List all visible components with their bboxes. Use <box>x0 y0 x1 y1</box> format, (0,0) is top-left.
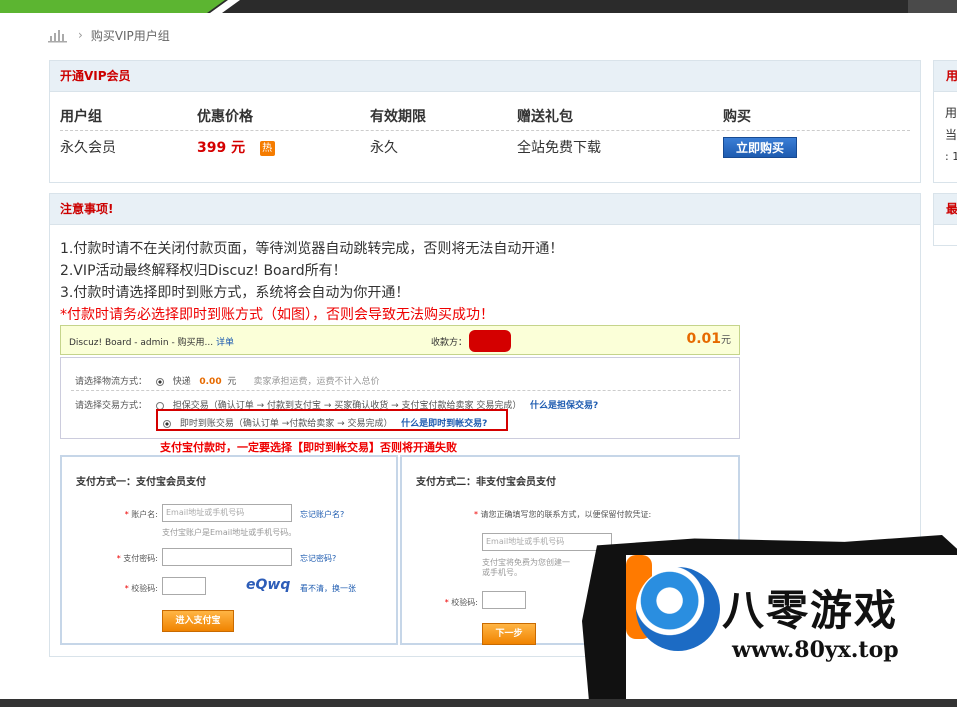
home-chart-icon[interactable] <box>48 27 68 43</box>
alipay-order-text: Discuz! Board - admin - 购买用... 详单 <box>69 335 234 348</box>
amount-unit: 元 <box>721 335 731 346</box>
pay2-title: 支付方式二：非支付宝会员支付 <box>416 477 556 488</box>
captcha2-label: * 校验码: <box>444 598 478 607</box>
cell-buy: 立即购买 <box>723 136 910 158</box>
password-field <box>162 548 292 566</box>
right-panel-title: 用 <box>934 61 957 92</box>
alipay-order-bar: Discuz! Board - admin - 购买用... 详单 收款方： 0… <box>60 325 740 355</box>
amount-value: 0.01 <box>686 331 721 347</box>
table-row: 永久会员 399 元 热 永久 全站免费下载 立即购买 <box>60 133 910 161</box>
payee-redacted <box>469 330 511 352</box>
right-panel-line-2: 当 <box>945 128 957 142</box>
notice-line-2: 2.VIP活动最终解释权归Discuz! Board所有！ <box>60 263 347 279</box>
order-amount: 0.01元 <box>686 331 731 347</box>
vip-table: 用户组 优惠价格 有效期限 赠送礼包 购买 永久会员 399 元 热 永久 全站… <box>60 101 910 161</box>
logistics-note: 卖家承担运费，运费不计入总价 <box>253 377 380 387</box>
contact-label: * 请您正确填写您的联系方式，以便保留付款凭证: <box>474 510 652 519</box>
breadcrumb-current: 购买VIP用户组 <box>90 28 170 43</box>
account-label-text: 账户名: <box>131 510 158 519</box>
forgot-account-link: 忘记账户名? <box>300 510 345 519</box>
page-root: › 购买VIP用户组 开通VIP会员 用户组 优惠价格 有效期限 赠送礼包 购买… <box>0 0 957 707</box>
captcha-refresh-link: 看不清，换一张 <box>300 584 356 593</box>
detail-link: 详单 <box>216 338 235 348</box>
password-label: * 支付密码: <box>116 554 158 563</box>
watermark-logo: 八零游戏 www.80yx.top <box>582 535 957 707</box>
captcha-image: eQwq <box>246 577 291 593</box>
captcha-field <box>162 577 206 595</box>
divider <box>71 390 731 391</box>
top-nav-corner <box>908 0 957 13</box>
top-nav-bar <box>0 0 957 13</box>
captcha2-field <box>482 591 526 609</box>
password-label-text: 支付密码: <box>123 554 158 563</box>
right-panel-line-3: : 1 <box>945 150 957 163</box>
watermark-logo-inner: 八零游戏 www.80yx.top <box>626 555 957 707</box>
account-hint: 支付宝账户是Email地址或手机号码。 <box>162 528 297 537</box>
account-label: * 账户名: <box>124 510 158 519</box>
breadcrumb-separator: › <box>78 28 83 42</box>
captcha2-label-text: 校验码: <box>451 598 478 607</box>
top-nav-accent <box>0 0 225 13</box>
cell-period: 永久 <box>370 140 398 156</box>
watermark-url-text: www.80yx.top <box>732 637 899 663</box>
breadcrumb: › 购买VIP用户组 <box>48 25 170 45</box>
price-value: 399 元 <box>197 140 246 156</box>
trade-label: 请选择交易方式： <box>75 401 148 411</box>
buy-now-button[interactable]: 立即购买 <box>723 136 797 158</box>
enter-alipay-button: 进入支付宝 <box>162 610 234 632</box>
alipay-pay-option-1: 支付方式一：支付宝会员支付 * 账户名: Email地址或手机号码 忘记账户名?… <box>60 455 398 645</box>
col-header-buy: 购买 <box>723 108 751 125</box>
alipay-warning: 支付宝付款时，一定要选择【即时到帐交易】否则将开通失败 <box>160 441 457 454</box>
watermark-cn-text: 八零游戏 <box>722 586 899 635</box>
contact-field: Email地址或手机号码 <box>482 533 612 551</box>
col-header-period: 有效期限 <box>370 108 426 125</box>
vip-table-header: 用户组 优惠价格 有效期限 赠送礼包 购买 <box>60 101 910 131</box>
contact-label-text: 请您正确填写您的联系方式，以便保留付款凭证: <box>480 510 652 519</box>
captcha-label-text: 校验码: <box>131 584 158 593</box>
col-header-price: 优惠价格 <box>197 108 253 125</box>
hot-icon: 热 <box>259 140 275 156</box>
logistics-label: 请选择物流方式： <box>75 377 148 387</box>
highlight-box <box>156 409 508 431</box>
pay1-title: 支付方式一：支付宝会员支付 <box>76 477 206 488</box>
logistics-row: 请选择物流方式： 快递 0.00 元 卖家承担运费，运费不计入总价 <box>75 374 380 387</box>
logistics-price: 0.00 <box>199 377 222 387</box>
vip-panel-title: 开通VIP会员 <box>50 61 920 92</box>
logistics-unit: 元 <box>227 377 237 387</box>
next-step-button: 下一步 <box>482 623 536 645</box>
cell-gift: 全站免费下载 <box>517 140 601 156</box>
notice-panel-title: 注意事项! <box>50 194 920 225</box>
notice-line-3: 3.付款时请选择即时到账方式，系统将会自动为你开通！ <box>60 285 410 301</box>
right-panel-2: 最 <box>933 193 957 246</box>
footer-bar <box>0 699 957 707</box>
contact-hint-2: 或手机号。 <box>482 568 522 577</box>
cell-price: 399 元 热 <box>197 137 370 157</box>
right-panel-2-title: 最 <box>934 194 957 225</box>
cell-group: 永久会员 <box>60 140 116 156</box>
notice-line-1: 1.付款时请不在关闭付款页面，等待浏览器自动跳转完成，否则将无法自动开通！ <box>60 241 564 257</box>
order-text: Discuz! Board - admin - 购买用... <box>69 338 214 348</box>
col-header-gift: 赠送礼包 <box>517 108 573 125</box>
account-field: Email地址或手机号码 <box>162 504 292 522</box>
right-panel-line-1: 用 <box>945 106 957 120</box>
radio-icon <box>155 377 164 386</box>
captcha-label: * 校验码: <box>124 584 158 593</box>
notice-lines: 1.付款时请不在关闭付款页面，等待浏览器自动跳转完成，否则将无法自动开通！ 2.… <box>60 238 563 326</box>
right-panel: 用 用 当 : 1 <box>933 60 957 183</box>
trade-option-1-link: 什么是担保交易? <box>530 401 599 411</box>
col-header-group: 用户组 <box>60 108 102 125</box>
logistics-option: 快递 <box>172 377 191 387</box>
logo-swirl-icon <box>636 567 720 651</box>
vip-panel: 开通VIP会员 用户组 优惠价格 有效期限 赠送礼包 购买 永久会员 399 元… <box>49 60 921 183</box>
notice-warning: *付款时请务必选择即时到账方式（如图），否则会导致无法购买成功！ <box>60 307 494 323</box>
forgot-password-link: 忘记密码? <box>300 554 337 563</box>
payee-label: 收款方： <box>431 338 468 348</box>
right-panel-body: 用 当 : 1 <box>934 92 957 168</box>
